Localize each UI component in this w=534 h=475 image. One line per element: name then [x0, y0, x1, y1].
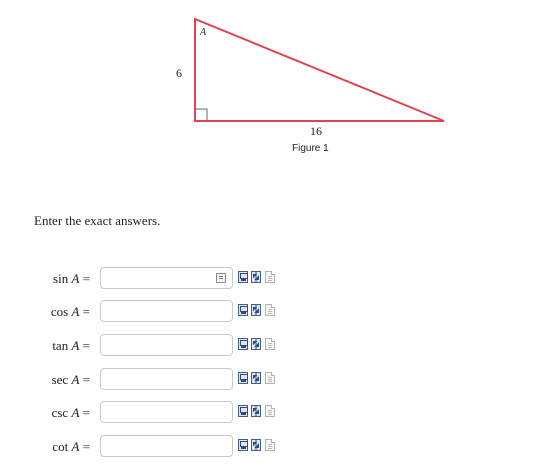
equation-editor-icon[interactable] — [238, 271, 248, 283]
variable: A — [71, 338, 80, 353]
row-label: sec A = — [20, 372, 90, 388]
statistics-icon[interactable] — [251, 439, 261, 451]
equals-sign: = — [82, 304, 90, 319]
side-label-horizontal: 16 — [310, 124, 322, 138]
row-label: cot A = — [20, 439, 90, 455]
function-name: sin — [53, 271, 69, 286]
triangle — [194, 17, 445, 122]
row-label: csc A = — [20, 405, 90, 421]
sec-a-input[interactable] — [101, 369, 232, 389]
variable: A — [71, 439, 80, 454]
function-name: sec — [51, 372, 69, 387]
function-name: tan — [52, 338, 69, 353]
keyboard-icon[interactable] — [216, 273, 226, 283]
equals-sign: = — [82, 372, 90, 387]
equals-sign: = — [82, 405, 90, 420]
equation-editor-icon[interactable] — [238, 439, 248, 451]
equation-editor-icon[interactable] — [238, 304, 248, 316]
answer-field-cos[interactable] — [100, 300, 233, 322]
equation-editor-icon[interactable] — [238, 405, 248, 417]
answer-field-tan[interactable] — [100, 334, 233, 356]
function-name: csc — [51, 405, 69, 420]
csc-a-input[interactable] — [101, 402, 232, 422]
notes-icon[interactable] — [265, 338, 275, 350]
answer-field-cot[interactable] — [100, 435, 233, 457]
tan-a-input[interactable] — [101, 335, 232, 355]
vertex-label-a: A — [200, 27, 207, 38]
answer-row-cos: cos A = — [0, 300, 534, 324]
instructions-text: Enter the exact answers. — [34, 213, 161, 228]
statistics-icon[interactable] — [251, 338, 261, 350]
sin-a-input[interactable] — [101, 268, 232, 288]
equals-sign: = — [82, 338, 90, 353]
answer-row-csc: csc A = — [0, 401, 534, 425]
notes-icon[interactable] — [265, 439, 275, 451]
figure-caption: Figure 1 — [292, 143, 329, 154]
variable: A — [71, 372, 80, 387]
answer-row-sec: sec A = — [0, 368, 534, 392]
answer-row-sin: sin A = — [0, 267, 534, 291]
cos-a-input[interactable] — [101, 301, 232, 321]
notes-icon[interactable] — [265, 372, 275, 384]
cot-a-input[interactable] — [101, 436, 232, 456]
statistics-icon[interactable] — [251, 271, 261, 283]
answer-field-sec[interactable] — [100, 368, 233, 390]
equals-sign: = — [82, 271, 90, 286]
equation-editor-icon[interactable] — [238, 338, 248, 350]
figure-1: A 6 16 Figure 1 — [0, 0, 534, 170]
function-name: cot — [52, 439, 69, 454]
answer-row-cot: cot A = — [0, 435, 534, 459]
function-name: cos — [50, 304, 69, 319]
right-angle-marker — [195, 108, 208, 121]
side-label-vertical: 6 — [176, 66, 182, 80]
notes-icon[interactable] — [265, 271, 275, 283]
row-label: sin A = — [20, 271, 90, 287]
statistics-icon[interactable] — [251, 405, 261, 417]
statistics-icon[interactable] — [251, 304, 261, 316]
answer-field-sin[interactable] — [100, 267, 233, 289]
equation-editor-icon[interactable] — [238, 372, 248, 384]
answer-row-tan: tan A = — [0, 334, 534, 358]
variable: A — [71, 271, 80, 286]
notes-icon[interactable] — [265, 405, 275, 417]
statistics-icon[interactable] — [251, 372, 261, 384]
notes-icon[interactable] — [265, 304, 275, 316]
row-label: tan A = — [20, 338, 90, 354]
variable: A — [71, 304, 80, 319]
row-label: cos A = — [20, 304, 90, 320]
right-triangle-diagram — [194, 17, 445, 122]
variable: A — [71, 405, 80, 420]
equals-sign: = — [82, 439, 90, 454]
answer-field-csc[interactable] — [100, 401, 233, 423]
